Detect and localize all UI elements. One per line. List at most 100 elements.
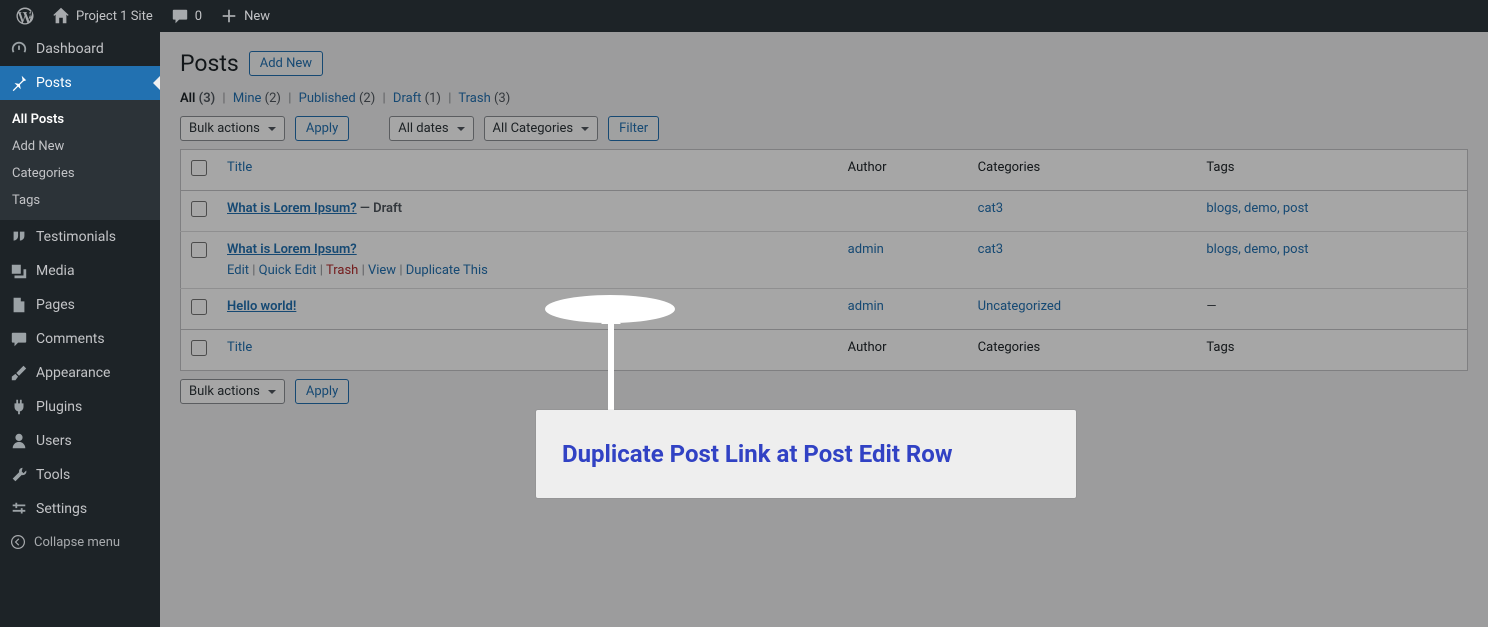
category-link[interactable]: cat3 [978,242,1003,257]
row-checkbox[interactable] [191,299,207,315]
submenu-tags[interactable]: Tags [0,187,160,214]
menu-appearance[interactable]: Appearance [0,356,160,390]
menu-label: Media [36,263,75,279]
menu-tools[interactable]: Tools [0,458,160,492]
menu-label: Appearance [36,365,110,381]
comments-icon [10,330,28,348]
heading-row: Posts Add New [180,50,1468,77]
plus-icon [220,7,238,25]
filter-mine[interactable]: Mine (2) [233,91,281,106]
dashboard-icon [10,40,28,58]
row-action-duplicate[interactable]: Duplicate This [406,263,488,278]
date-filter-select[interactable]: All dates [389,116,473,141]
page-title: Posts [180,50,239,77]
menu-label: Posts [36,75,72,91]
new-link[interactable]: New [212,0,278,32]
pushpin-icon [10,74,28,92]
col-title[interactable]: Title [227,160,252,175]
filter-trash[interactable]: Trash (3) [458,91,510,106]
menu-settings[interactable]: Settings [0,492,160,526]
filter-all[interactable]: All (3) [180,91,215,106]
menu-label: Settings [36,501,87,517]
site-link[interactable]: Project 1 Site [44,0,161,32]
post-title-link[interactable]: What is Lorem Ipsum? [227,242,357,257]
admin-bar: Project 1 Site 0 New [0,0,1488,32]
filter-button[interactable]: Filter [608,116,659,141]
row-action-edit[interactable]: Edit [227,263,249,278]
tags-cell: — [1206,299,1216,314]
row-checkbox[interactable] [191,242,207,258]
post-title-link[interactable]: Hello world! [227,299,296,314]
annotation-callout: Duplicate Post Link at Post Edit Row [536,410,1076,498]
main-content: Posts Add New All (3) | Mine (2) | Publi… [160,32,1488,627]
sliders-icon [10,500,28,518]
tablenav-bottom: Bulk actions Apply [180,379,1468,404]
user-icon [10,432,28,450]
menu-label: Comments [36,331,105,347]
bulk-actions-select[interactable]: Bulk actions [180,116,285,141]
col-tags: Tags [1206,160,1234,175]
menu-label: Testimonials [36,229,116,245]
page-icon [10,296,28,314]
menu-media[interactable]: Media [0,254,160,288]
apply-button-bottom[interactable]: Apply [295,379,349,404]
author-link[interactable]: admin [848,299,884,314]
menu-comments[interactable]: Comments [0,322,160,356]
menu-testimonials[interactable]: Testimonials [0,220,160,254]
posts-table: Title Author Categories Tags What is Lor… [180,149,1468,371]
comment-count: 0 [195,9,202,24]
row-action-view[interactable]: View [368,263,396,278]
wordpress-icon [16,7,34,25]
tags-link[interactable]: blogs, demo, post [1206,242,1308,257]
comment-icon [171,7,189,25]
row-checkbox[interactable] [191,201,207,217]
category-filter-select[interactable]: All Categories [484,116,599,141]
plug-icon [10,398,28,416]
apply-button-top[interactable]: Apply [295,116,349,141]
row-action-trash[interactable]: Trash [326,263,358,278]
home-icon [52,7,70,25]
menu-posts[interactable]: Posts [0,66,160,100]
col-author-foot: Author [848,340,887,355]
col-categories: Categories [978,160,1041,175]
comments-link[interactable]: 0 [163,0,210,32]
select-all-top[interactable] [191,160,207,176]
tags-link[interactable]: blogs, demo, post [1206,201,1308,216]
menu-label: Pages [36,297,75,313]
menu-label: Users [36,433,72,449]
menu-plugins[interactable]: Plugins [0,390,160,424]
site-name: Project 1 Site [76,9,153,24]
col-author: Author [848,160,887,175]
menu-label: Plugins [36,399,82,415]
add-new-button[interactable]: Add New [249,51,323,76]
filter-published[interactable]: Published (2) [299,91,376,106]
table-row: What is Lorem Ipsum? — Draft cat3 blogs,… [181,191,1468,232]
post-title-link[interactable]: What is Lorem Ipsum? [227,201,357,216]
col-tags-foot: Tags [1206,340,1234,355]
status-filters: All (3) | Mine (2) | Published (2) | Dra… [180,91,1468,106]
collapse-menu[interactable]: Collapse menu [0,526,160,558]
collapse-label: Collapse menu [34,535,120,550]
chevron-left-circle-icon [10,534,26,550]
category-link[interactable]: cat3 [978,201,1003,216]
submenu-add-new[interactable]: Add New [0,133,160,160]
row-action-quick-edit[interactable]: Quick Edit [259,263,317,278]
author-link[interactable]: admin [848,242,884,257]
menu-label: Tools [36,467,70,483]
select-all-bottom[interactable] [191,340,207,356]
table-row: Hello world! admin Uncategorized — [181,289,1468,330]
menu-pages[interactable]: Pages [0,288,160,322]
category-link[interactable]: Uncategorized [978,299,1061,314]
wp-logo[interactable] [8,0,42,32]
submenu-categories[interactable]: Categories [0,160,160,187]
col-categories-foot: Categories [978,340,1041,355]
menu-dashboard[interactable]: Dashboard [0,32,160,66]
filter-draft[interactable]: Draft (1) [393,91,441,106]
media-icon [10,262,28,280]
tablenav-top: Bulk actions Apply All dates All Categor… [180,116,1468,141]
brush-icon [10,364,28,382]
col-title-foot[interactable]: Title [227,340,252,355]
menu-users[interactable]: Users [0,424,160,458]
submenu-all-posts[interactable]: All Posts [0,106,160,133]
bulk-actions-select-bottom[interactable]: Bulk actions [180,379,285,404]
